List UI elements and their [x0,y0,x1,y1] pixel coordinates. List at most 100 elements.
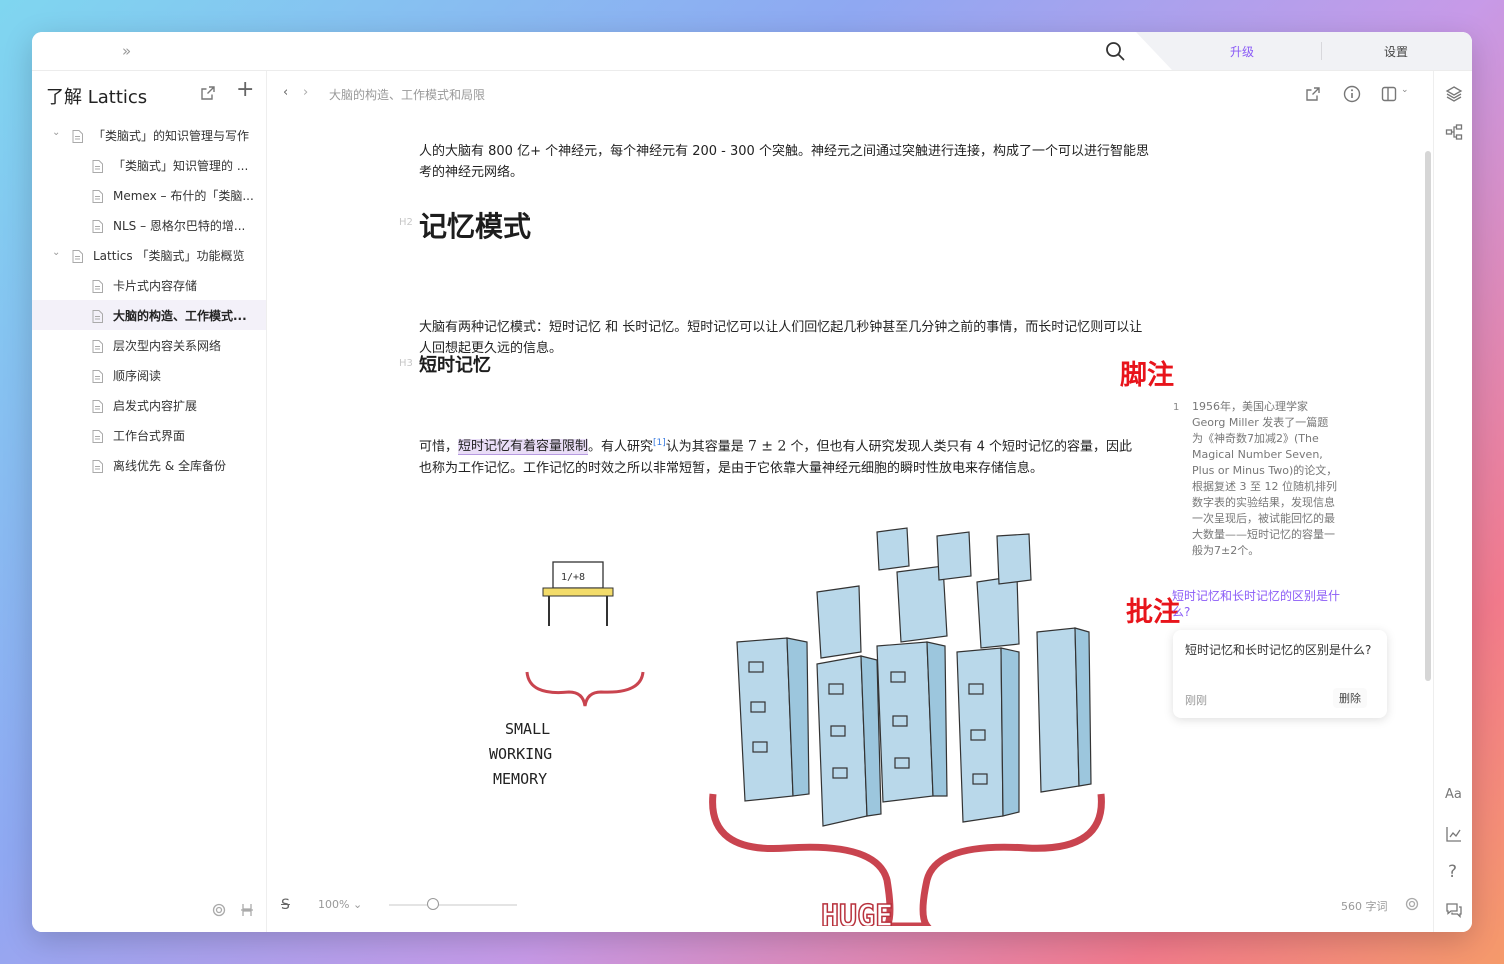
expand-caret-icon[interactable]: ⌄ [52,247,60,258]
sidebar-item-label: Memex – 布什的「类脑... [113,189,254,203]
right-toolbar: Aa ? [1433,71,1472,932]
document-icon [92,188,103,203]
sidebar-item[interactable]: 「类脑式」知识管理的 ... [32,150,266,180]
focus-mode-icon[interactable] [1405,897,1419,911]
footnote-callout: 脚注 [1120,360,1174,391]
intro-paragraph[interactable]: 人的大脑有 800 亿+ 个神经元，每个神经元有 200 - 300 个突触。神… [419,141,1149,183]
sidebar-item[interactable]: 层次型内容关系网络 [32,330,266,360]
sidebar-item[interactable]: ⌄ Lattics 「类脑式」功能概览 [32,240,266,270]
board-text: 1/+8 [561,572,585,583]
stm-prefix: 可惜， [419,439,459,455]
small-memory-drawing: 1/+8 SMALL WORKING MEMORY [489,561,645,788]
document-icon [92,338,103,353]
heading-memory-modes[interactable]: 记忆模式 [419,205,531,245]
sidebar-item[interactable]: 离线优先 & 全库备份 [32,450,266,480]
zoom-dropdown[interactable]: 100% ⌄ [318,898,362,911]
document-icon [92,308,103,323]
sidebar-item-label: 卡片式内容存储 [113,279,198,293]
zoom-slider-track[interactable] [389,904,517,906]
statistics-icon[interactable] [1445,825,1463,843]
document-icon [92,368,103,383]
sidebar-item[interactable]: Memex – 布什的「类脑... [32,180,266,210]
cabinets-drawing: HUGE [709,527,1105,926]
search-icon[interactable] [1104,40,1126,62]
document-body: 人的大脑有 800 亿+ 个神经元，每个神经元有 200 - 300 个突触。神… [419,141,1149,183]
comment-card: 短时记忆和长时记忆的区别是什么? 刚刚 删除 [1173,630,1387,718]
add-card-icon[interactable]: + [236,79,254,101]
heading-short-term-memory[interactable]: 短时记忆 [419,351,491,377]
memory-modes-paragraph[interactable]: 大脑有两种记忆模式：短时记忆 和 长时记忆。短时记忆可以让人们回忆起几秒钟甚至几… [419,317,1149,359]
footnote-text[interactable]: 1956年，美国心理学家Georg Miller 发表了一篇题为《神奇数7加减2… [1192,399,1338,559]
small-label: SMALL [505,720,550,738]
document-icon [92,398,103,413]
sidebar-item[interactable]: 启发式内容扩展 [32,390,266,420]
split-view-icon[interactable] [1381,86,1397,102]
collapse-tree-icon[interactable] [240,903,254,917]
document-icon [92,158,103,173]
sidebar-item-label: 工作台式界面 [113,429,186,443]
editor-pane: ‹ › 大脑的构造、工作模式和局限 ⌄ 人的大脑有 800 亿+ 个神经元，每个… [267,71,1432,932]
sidebar-item[interactable]: 工作台式界面 [32,420,266,450]
footnote-reference[interactable]: [1] [653,438,666,448]
workspace-title: 了解 Lattics [46,87,148,108]
comment-body[interactable]: 短时记忆和长时记忆的区别是什么? [1185,640,1375,660]
tab-divider [1321,42,1322,60]
sidebar-item[interactable]: 大脑的构造、工作模式... [32,300,266,330]
zoom-slider-handle[interactable] [427,898,439,910]
editor-scrollbar[interactable] [1425,151,1431,681]
strikethrough-icon[interactable]: S [281,897,290,913]
sidebar-item-label: 离线优先 & 全库备份 [113,459,226,473]
top-tabs-background [1136,32,1472,70]
document-icon [92,278,103,293]
relation-graph-icon[interactable] [1445,123,1463,141]
titlebar: » 升级 设置 [32,32,1472,71]
info-icon[interactable] [1343,85,1361,103]
sidebar-item-label: 「类脑式」知识管理的 ... [113,159,249,173]
help-button[interactable]: ? [1448,862,1457,882]
sidebar-item[interactable]: 卡片式内容存储 [32,270,266,300]
split-view-dropdown-icon[interactable]: ⌄ [1401,85,1409,95]
stm-after-ref: 认为其容量是 [665,439,748,455]
target-icon[interactable] [212,903,226,917]
back-icon[interactable]: ‹ [283,85,288,100]
upgrade-tab[interactable]: 升级 [1230,43,1254,60]
working-label: WORKING [489,745,552,763]
sidebar: 了解 Lattics + ⌄ 「类脑式」的知识管理与写作「类脑式」知识管理的 ..… [32,71,267,932]
document-icon [92,428,103,443]
comments-icon[interactable] [1445,901,1463,919]
huge-label: HUGE [821,899,893,926]
commented-highlight[interactable]: 短时记忆有着容量限制 [458,439,589,456]
word-count: 560 字词 [1341,900,1388,913]
open-external-icon[interactable] [200,85,216,101]
share-icon[interactable] [1305,86,1321,102]
sidebar-item-label: 「类脑式」的知识管理与写作 [93,129,250,143]
forward-icon[interactable]: › [303,85,308,100]
sidebar-item-label: 大脑的构造、工作模式... [113,309,247,323]
typography-button[interactable]: Aa [1445,787,1462,802]
h2-marker: H2 [399,217,413,228]
settings-tab[interactable]: 设置 [1384,43,1408,60]
comment-timestamp: 刚刚 [1185,694,1207,707]
sidebar-item[interactable]: 顺序阅读 [32,360,266,390]
math-formula[interactable]: 7 ± 2 [748,438,786,454]
layers-icon[interactable] [1445,85,1463,103]
memory-label: MEMORY [493,770,547,788]
sidebar-item-label: 顺序阅读 [113,369,162,383]
sidebar-item-label: Lattics 「类脑式」功能概览 [93,249,245,263]
document-icon [72,128,83,143]
sidebar-item[interactable]: ⌄ 「类脑式」的知识管理与写作 [32,120,266,150]
expand-sidebar-icon[interactable]: » [122,42,131,60]
document-icon [92,218,103,233]
short-term-memory-paragraph[interactable]: 可惜，短时记忆有着容量限制。有人研究[1]认为其容量是 7 ± 2 个，但也有人… [419,432,1141,480]
sidebar-item-label: NLS – 恩格尔巴特的增... [113,219,246,233]
document-icon [92,458,103,473]
stm-middle: 。有人研究 [588,439,654,455]
sidebar-item-label: 层次型内容关系网络 [113,339,222,353]
delete-comment-button[interactable]: 删除 [1333,688,1367,708]
footnote-number: 1 [1173,402,1180,413]
comment-quote[interactable]: 短时记忆和长时记忆的区别是什么? [1172,588,1342,620]
sidebar-item[interactable]: NLS – 恩格尔巴特的增... [32,210,266,240]
h3-marker: H3 [399,358,413,369]
breadcrumb[interactable]: 大脑的构造、工作模式和局限 [329,86,485,103]
expand-caret-icon[interactable]: ⌄ [52,127,60,138]
